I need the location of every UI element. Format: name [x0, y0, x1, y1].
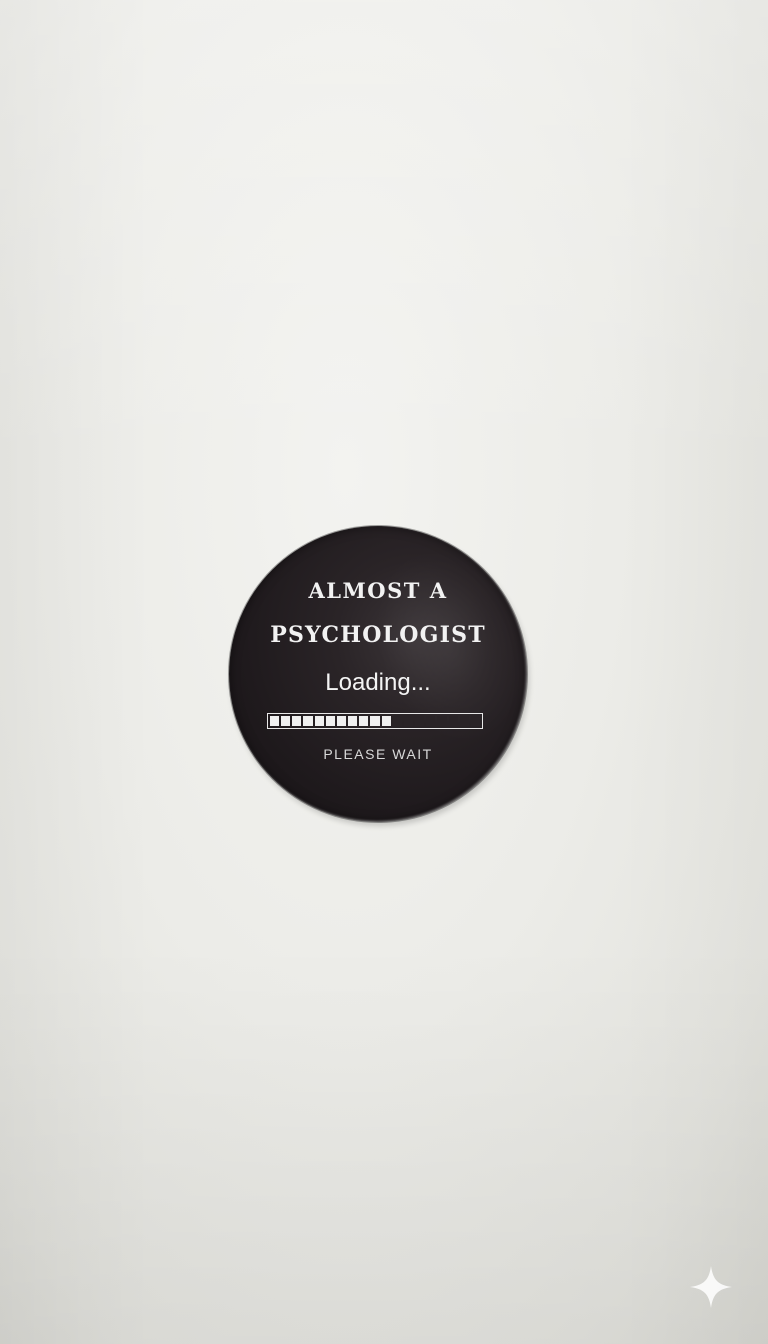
progress-segment-filled [325, 716, 335, 726]
progress-segment-filled [348, 716, 358, 726]
badge-title-line1: ALMOST A [308, 578, 448, 603]
progress-segment-empty [403, 716, 414, 726]
progress-segment-filled [336, 716, 347, 726]
progress-segment-empty [459, 716, 469, 726]
progress-segment-empty [448, 716, 458, 726]
progress-segment-filled [270, 716, 280, 726]
loading-text: Loading... [325, 669, 431, 696]
progress-segment-empty [415, 716, 425, 726]
progress-segment-filled [381, 716, 391, 726]
progress-segment-filled [292, 716, 302, 726]
badge-title-line2: PSYCHOLOGIST [270, 622, 486, 648]
progress-segment-empty [470, 716, 480, 726]
please-wait-text: PLEASE WAIT [323, 746, 433, 762]
sparkle-icon [690, 1266, 732, 1308]
pin-badge: ALMOST A PSYCHOLOGIST Loading... PLEASE … [229, 526, 527, 822]
progress-segment-empty [392, 716, 402, 726]
progress-segment-empty [437, 716, 447, 726]
progress-bar [267, 713, 483, 729]
progress-segment-filled [314, 716, 324, 726]
progress-segment-filled [370, 716, 380, 726]
progress-segment-empty [426, 716, 436, 726]
progress-segment-filled [303, 716, 313, 726]
progress-segment-filled [281, 716, 291, 726]
progress-segment-filled [359, 716, 369, 726]
